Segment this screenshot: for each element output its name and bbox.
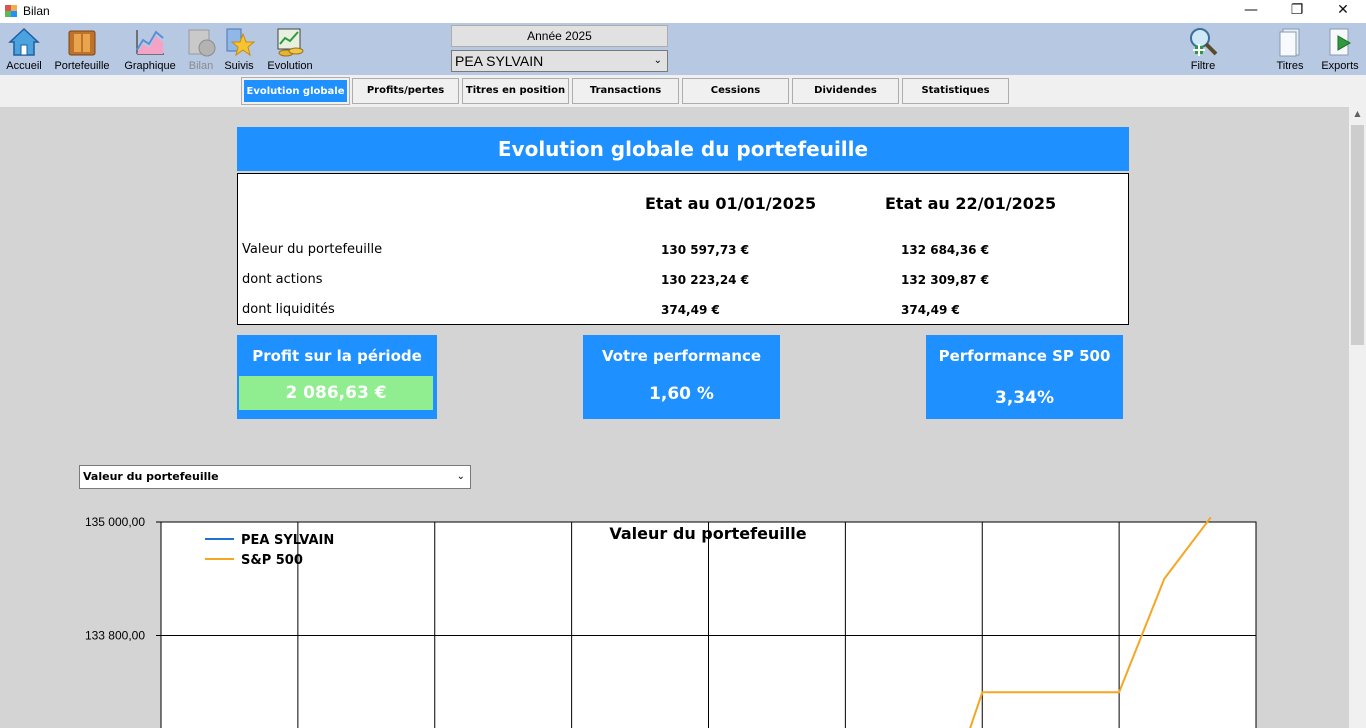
row-label-actions: dont actions [242, 272, 323, 287]
content-area: Evolution globale du portefeuille Etat a… [0, 107, 1349, 728]
row-value-end: 132 684,36 € [901, 243, 990, 257]
portefeuille-button[interactable]: Portefeuille [50, 23, 114, 75]
close-button[interactable]: ✕ [1320, 0, 1366, 23]
tab-bar: Evolution globale Profits/pertes Titres … [0, 75, 1366, 107]
row-value-end: 132 309,87 € [901, 273, 990, 287]
window-title: Bilan [23, 4, 50, 18]
row-label-liquidites: dont liquidités [242, 302, 335, 317]
tab-statistiques[interactable]: Statistiques [902, 78, 1009, 104]
portfolio-select[interactable]: PEA SYLVAIN ⌄ [451, 50, 668, 72]
document-icon [1279, 28, 1300, 57]
summary-title: Evolution globale du portefeuille [237, 127, 1129, 171]
chart-type-select[interactable]: Valeur du portefeuille ⌄ [79, 465, 471, 489]
filtre-button[interactable]: Filtre [1182, 23, 1224, 75]
tab-evolution-globale[interactable]: Evolution globale [241, 77, 350, 105]
chart-type-select-value: Valeur du portefeuille [83, 470, 219, 483]
chart-title: Valeur du portefeuille [609, 524, 806, 543]
graphique-button[interactable]: Graphique [120, 23, 180, 75]
minimize-button[interactable]: — [1228, 0, 1274, 23]
row-label-valeur: Valeur du portefeuille [242, 242, 383, 257]
performance-card: Votre performance 1,60 % [583, 335, 780, 419]
title-bar: Bilan — ❐ ✕ [0, 0, 1366, 23]
scroll-up-icon[interactable]: ▲ [1349, 109, 1366, 118]
chevron-down-icon: ⌄ [456, 471, 465, 482]
y-tick-label: 133 800,00 [85, 629, 145, 643]
legend-label: S&P 500 [241, 553, 303, 568]
export-icon [1329, 28, 1351, 56]
balance-icon [188, 29, 216, 57]
chevron-down-icon: ⌄ [653, 55, 662, 66]
bilan-button[interactable]: Bilan [184, 23, 218, 75]
profit-title: Profit sur la période [252, 347, 422, 365]
row-value-start: 374,49 € [661, 303, 720, 317]
y-tick-label: 135 000,00 [85, 515, 145, 529]
restore-button[interactable]: ❐ [1274, 0, 1320, 23]
tab-cessions[interactable]: Cessions [682, 78, 789, 104]
sp500-title: Performance SP 500 [938, 347, 1111, 365]
evolution-button[interactable]: Evolution [262, 23, 318, 75]
performance-title: Votre performance [601, 347, 762, 365]
app-icon [5, 5, 17, 17]
row-value-start: 130 223,24 € [661, 273, 750, 287]
portfolio-select-value: PEA SYLVAIN [455, 53, 544, 69]
year-selector[interactable]: Année 2025 [451, 25, 668, 47]
vertical-scrollbar[interactable]: ▲ [1349, 107, 1366, 728]
tab-profits-pertes[interactable]: Profits/pertes [352, 78, 459, 104]
tab-dividendes[interactable]: Dividendes [792, 78, 899, 104]
col-header-start: Etat au 01/01/2025 [645, 194, 817, 213]
summary-table: Etat au 01/01/2025 Etat au 22/01/2025 Va… [237, 173, 1129, 325]
legend-label: PEA SYLVAIN [241, 533, 334, 548]
chart-icon [136, 30, 164, 55]
scrollbar-thumb[interactable] [1351, 125, 1364, 345]
exports-button[interactable]: Exports [1316, 23, 1364, 75]
evolution-icon [277, 28, 304, 57]
tab-transactions[interactable]: Transactions [572, 78, 679, 104]
portfolio-icon [68, 30, 96, 56]
suivis-button[interactable]: Suivis [222, 23, 256, 75]
home-icon [8, 27, 40, 56]
tab-titres-en-position[interactable]: Titres en position [462, 78, 569, 104]
titres-button[interactable]: Titres [1270, 23, 1310, 75]
toolbar: Accueil Portefeuille Graphique Bilan Sui… [0, 23, 1366, 75]
accueil-button[interactable]: Accueil [2, 23, 46, 75]
profit-card: Profit sur la période 2 086,63 € [237, 335, 437, 419]
sp500-card: Performance SP 500 3,34% [926, 335, 1123, 419]
row-value-end: 374,49 € [901, 303, 960, 317]
profit-value: 2 086,63 € [239, 376, 433, 410]
col-header-end: Etat au 22/01/2025 [885, 194, 1057, 213]
row-value-start: 130 597,73 € [661, 243, 750, 257]
portfolio-chart: 135 000,00 133 800,00 Valeur du portefeuil… [85, 515, 1257, 728]
star-icon [226, 28, 255, 57]
performance-value: 1,60 % [649, 384, 714, 404]
sp500-value: 3,34% [995, 388, 1054, 408]
filter-icon [1190, 28, 1218, 56]
